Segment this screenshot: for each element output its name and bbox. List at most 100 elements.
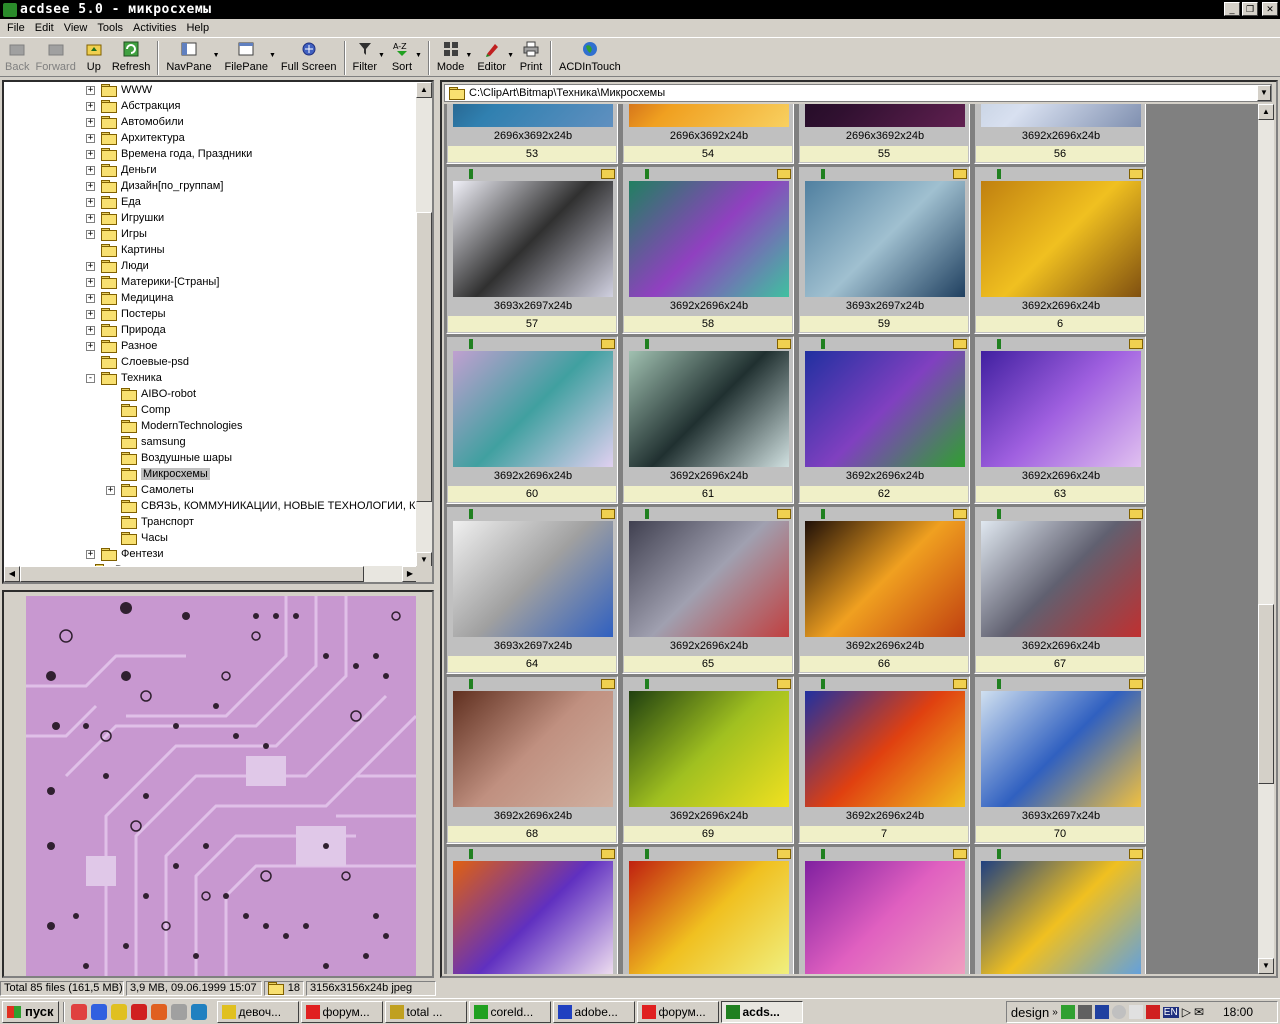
thumbnail-cell[interactable] [974, 846, 1146, 974]
quicklaunch-browser-icon[interactable] [70, 1003, 87, 1020]
path-dropdown-icon[interactable]: ▼ [1257, 85, 1271, 101]
info-icon[interactable] [469, 339, 473, 349]
tray-app-icon[interactable] [1128, 1005, 1143, 1019]
expand-icon[interactable]: + [86, 261, 95, 271]
expand-icon[interactable]: + [86, 165, 95, 175]
thumbnail-cell[interactable]: 3693x2697x24b 59 [798, 166, 970, 334]
taskbar-button[interactable]: coreld... [468, 1000, 551, 1023]
quicklaunch-ie-icon[interactable] [90, 1003, 107, 1020]
language-indicator[interactable]: EN [1162, 1006, 1179, 1018]
path-combobox[interactable]: C:\ClipArt\Bitmap\Техника\Микросхемы ▼ [444, 84, 1272, 102]
taskbar-button[interactable]: total ... [384, 1000, 467, 1023]
play-icon[interactable]: ▷ [1182, 1005, 1191, 1019]
expand-icon[interactable]: + [86, 181, 95, 191]
tree-item[interactable]: - Техника [86, 370, 162, 386]
navpane-button[interactable]: NavPane [163, 38, 214, 73]
taskbar-button[interactable]: форум... [300, 1000, 383, 1023]
tree-item[interactable]: + Игрушки [86, 210, 164, 226]
thumbnail-cell[interactable]: 3692x2696x24b 6 [974, 166, 1146, 334]
thumbnail-cell[interactable]: 3693x2697x24b 57 [446, 166, 618, 334]
taskbar-button[interactable]: acds... [720, 1000, 803, 1023]
taskbar-button[interactable]: форум... [636, 1000, 719, 1023]
thumbnail-cell[interactable]: 3692x2696x24b 67 [974, 506, 1146, 674]
thumbnail-vertical-scrollbar[interactable]: ▲ ▼ [1258, 104, 1274, 974]
filepane-button[interactable]: FilePane [222, 38, 271, 73]
quicklaunch-app-icon[interactable] [190, 1003, 207, 1020]
tree-item[interactable]: samsung [106, 434, 186, 450]
expand-icon[interactable]: + [86, 213, 95, 223]
filter-dropdown-icon[interactable]: ▼ [378, 52, 385, 59]
scroll-down-button[interactable]: ▼ [1258, 958, 1274, 974]
expand-icon[interactable]: + [86, 117, 95, 127]
info-icon[interactable] [469, 849, 473, 859]
scroll-thumb[interactable] [1258, 604, 1274, 784]
refresh-button[interactable]: Refresh [109, 38, 154, 73]
expand-icon[interactable]: + [86, 309, 95, 319]
speaker-icon[interactable] [1077, 1005, 1092, 1019]
quicklaunch-app-icon[interactable] [150, 1003, 167, 1020]
thumbnail-cell[interactable]: 3692x2696x24b 60 [446, 336, 618, 504]
thumbnail-cell[interactable]: 3692x2696x24b 7 [798, 676, 970, 844]
chevron-icon[interactable]: » [1052, 1007, 1058, 1018]
scroll-up-button[interactable]: ▲ [1258, 104, 1274, 120]
info-icon[interactable] [469, 679, 473, 689]
clock-time[interactable]: 18:00 [1223, 1005, 1273, 1019]
tree-item[interactable]: + Дизайн[по_группам] [86, 178, 223, 194]
tree-item[interactable]: + Автомобили [86, 114, 184, 130]
info-icon[interactable] [821, 849, 825, 859]
info-icon[interactable] [997, 169, 1001, 179]
scroll-thumb[interactable] [416, 212, 432, 502]
thumbnail-cell[interactable]: 3692x2696x24b 61 [622, 336, 794, 504]
thumbnail-cell[interactable]: 2696x3692x24b 55 [798, 104, 970, 164]
tray-app-icon[interactable] [1094, 1005, 1109, 1019]
print-button[interactable]: Print [516, 38, 546, 73]
tree-item[interactable]: + Абстракция [86, 98, 181, 114]
tree-item[interactable]: Воздушные шары [106, 450, 232, 466]
mode-button[interactable]: Mode [434, 38, 468, 73]
info-icon[interactable] [469, 169, 473, 179]
info-icon[interactable] [997, 339, 1001, 349]
info-icon[interactable] [997, 679, 1001, 689]
tree-item[interactable]: Транспорт [106, 514, 194, 530]
editor-button[interactable]: Editor [474, 38, 509, 73]
expand-icon[interactable]: + [86, 101, 95, 111]
thumbnail-cell[interactable]: 3692x2696x24b 65 [622, 506, 794, 674]
thumbnail-cell[interactable]: 3692x2696x24b 62 [798, 336, 970, 504]
sort-dropdown-icon[interactable]: ▼ [415, 52, 422, 59]
mode-dropdown-icon[interactable]: ▼ [465, 52, 472, 59]
thumbnail-cell[interactable] [446, 846, 618, 974]
thumbnail-cell[interactable] [622, 846, 794, 974]
tree-item[interactable]: + Деньги [86, 162, 157, 178]
taskbar-button[interactable]: adobe... [552, 1000, 635, 1023]
tree-item[interactable]: СВЯЗЬ, КОММУНИКАЦИИ, НОВЫЕ ТЕХНОЛОГИИ, К… [106, 498, 418, 514]
thumbnail-cell[interactable]: 2696x3692x24b 54 [622, 104, 794, 164]
tree-item[interactable]: AIBO-robot [106, 386, 196, 402]
tree-item[interactable]: + Игры [86, 226, 147, 242]
quicklaunch-opera-icon[interactable] [130, 1003, 147, 1020]
info-icon[interactable] [469, 509, 473, 519]
tree-item[interactable]: + Природа [86, 322, 166, 338]
filter-button[interactable]: Filter [350, 38, 380, 73]
thumbnail-cell[interactable]: 3692x2696x24b 68 [446, 676, 618, 844]
info-icon[interactable] [997, 849, 1001, 859]
tree-vertical-scrollbar[interactable]: ▲ ▼ [416, 82, 432, 568]
tree-item[interactable]: + Медицина [86, 290, 173, 306]
tree-item[interactable]: + Разное [86, 338, 157, 354]
tree-item[interactable]: Картины [86, 242, 165, 258]
expand-icon[interactable]: + [86, 197, 95, 207]
tree-item[interactable]: + Архитектура [86, 130, 185, 146]
minimize-button[interactable]: _ [1224, 2, 1240, 16]
menu-edit[interactable]: Edit [30, 22, 59, 34]
info-icon[interactable] [645, 679, 649, 689]
thumbnail-cell[interactable] [798, 846, 970, 974]
thumbnail-cell[interactable]: 3692x2696x24b 58 [622, 166, 794, 334]
expand-icon[interactable]: + [86, 229, 95, 239]
expand-icon[interactable]: + [86, 133, 95, 143]
tree-item[interactable]: + Постеры [86, 306, 166, 322]
fullscreen-button[interactable]: Full Screen [278, 38, 340, 73]
info-icon[interactable] [645, 339, 649, 349]
start-button[interactable]: пуск [2, 1000, 59, 1023]
tray-app-icon[interactable] [1060, 1005, 1075, 1019]
info-icon[interactable] [821, 339, 825, 349]
quicklaunch-app-icon[interactable] [110, 1003, 127, 1020]
